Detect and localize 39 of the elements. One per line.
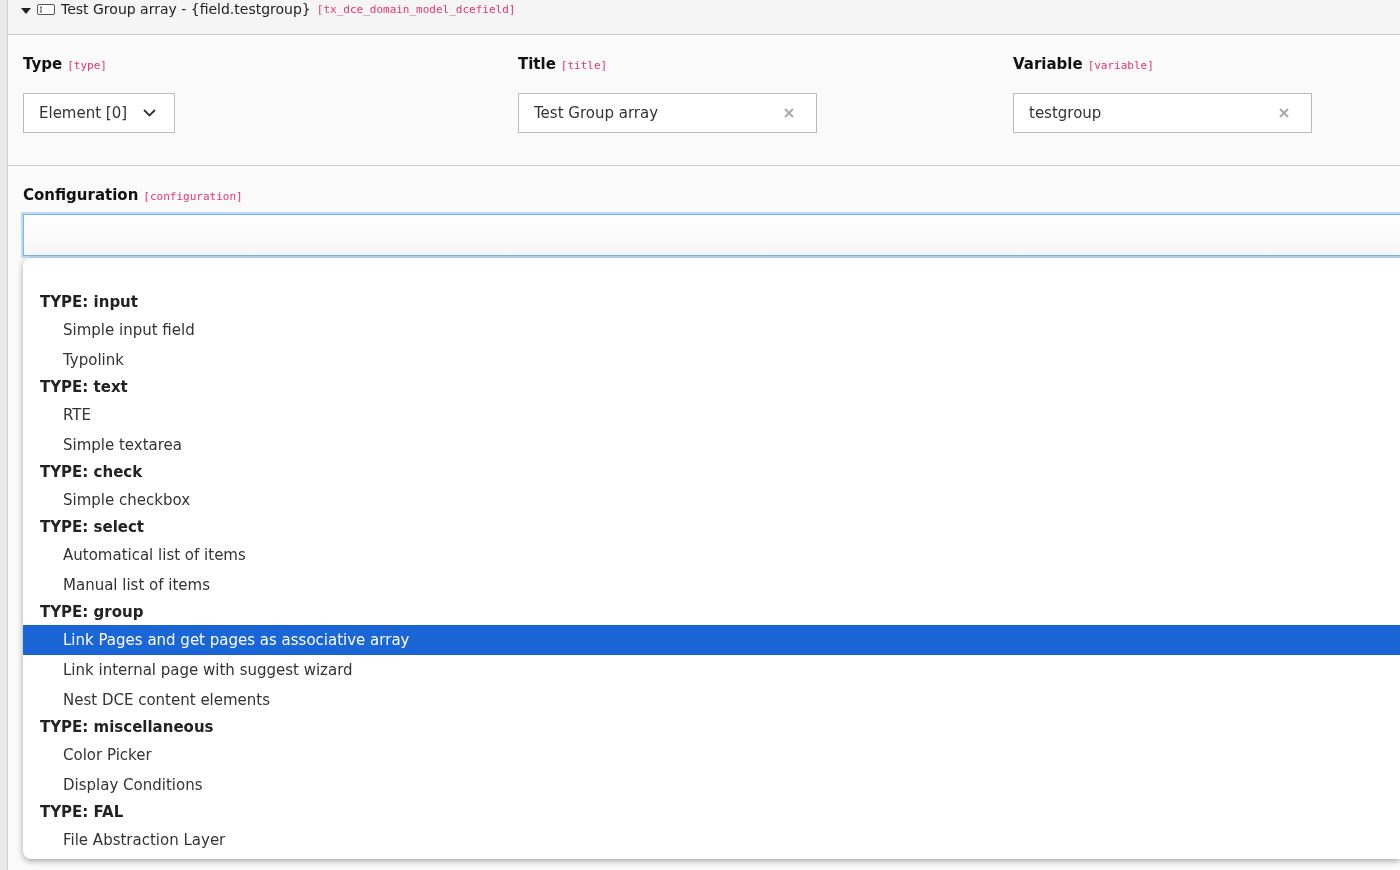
field-key: [title] — [560, 59, 608, 72]
option-group-label: TYPE: FAL — [39, 802, 125, 823]
dropdown-option[interactable]: Simple checkbox — [23, 485, 1400, 515]
clear-icon[interactable] — [1279, 108, 1289, 118]
table-name: [tx_dce_domain_model_dcefield] — [316, 3, 516, 16]
dropdown-option[interactable]: Display Conditions — [23, 770, 1400, 800]
dropdown-option[interactable]: Automatical list of items — [23, 540, 1400, 570]
record-title: Test Group array - {field.testgroup} — [61, 1, 311, 17]
configuration-field[interactable] — [23, 214, 1400, 256]
dropdown-option[interactable]: Link Pages and get pages as associative array — [23, 625, 1400, 655]
field-label: Title — [518, 55, 556, 73]
dropdown-option[interactable]: File Abstraction Layer — [23, 825, 1400, 855]
type-select[interactable]: Element [0] — [23, 93, 175, 133]
text-input[interactable]: testgroup — [1013, 93, 1312, 133]
option-group-label: TYPE: miscellaneous — [39, 717, 215, 738]
dropdown-option[interactable]: Link internal page with suggest wizard — [23, 655, 1400, 685]
field-key: [type] — [67, 59, 107, 72]
option-group-label: TYPE: check — [39, 462, 144, 483]
dropdown-option[interactable]: Nest DCE content elements — [23, 685, 1400, 715]
clear-icon[interactable] — [784, 108, 794, 118]
dropdown-option[interactable]: Typolink — [23, 345, 1400, 375]
text-input[interactable]: Test Group array — [518, 93, 817, 133]
option-group-label: TYPE: group — [39, 602, 145, 623]
dropdown-option[interactable]: Manual list of items — [23, 570, 1400, 600]
panel-header[interactable]: Test Group array - {field.testgroup} [tx_dce_domain_model_dcefield] — [8, 0, 1400, 35]
chevron-down-icon — [143, 109, 156, 117]
field-label: Type — [23, 55, 63, 73]
field-label: Variable — [1013, 55, 1083, 73]
option-group-label: TYPE: text — [39, 377, 129, 398]
dropdown-option[interactable]: Simple input field — [23, 315, 1400, 345]
field-key: [variable] — [1087, 59, 1154, 72]
input-field-icon — [37, 4, 55, 15]
option-group-label: TYPE: input — [39, 292, 139, 313]
option-group-label: TYPE: select — [39, 517, 146, 538]
field-label: Configuration — [23, 186, 139, 204]
field-key: [configuration] — [143, 190, 243, 203]
dropdown-option[interactable]: RTE — [23, 400, 1400, 430]
dropdown-option[interactable]: Color Picker — [23, 740, 1400, 770]
dropdown-option[interactable]: Simple textarea — [23, 430, 1400, 460]
